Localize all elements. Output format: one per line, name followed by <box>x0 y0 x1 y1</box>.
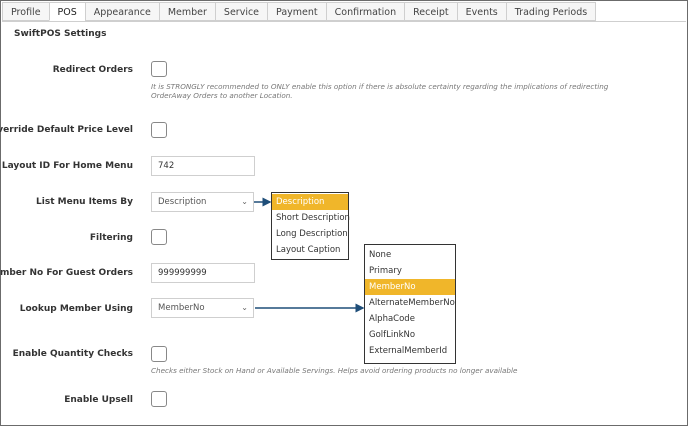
tab-events[interactable]: Events <box>456 2 506 21</box>
dropdown-option[interactable]: Primary <box>365 263 455 279</box>
dropdown-option[interactable]: None <box>365 247 455 263</box>
dropdown-option[interactable]: AlternateMemberNo <box>365 295 455 311</box>
lookup-member-select[interactable]: MemberNo ⌄ <box>151 298 254 318</box>
tab-confirmation[interactable]: Confirmation <box>325 2 405 21</box>
redirect-orders-checkbox[interactable] <box>151 61 167 77</box>
redirect-orders-hint-1: It is STRONGLY recommended to ONLY enabl… <box>151 82 609 91</box>
lookup-member-value: MemberNo <box>158 303 205 313</box>
enable-upsell-label: Enable Upsell <box>64 395 133 405</box>
chevron-down-icon: ⌄ <box>241 303 248 312</box>
tab-service[interactable]: Service <box>214 2 268 21</box>
enable-qty-checks-hint: Checks either Stock on Hand or Available… <box>151 366 518 375</box>
dropdown-option[interactable]: Short Description <box>272 210 350 226</box>
redirect-orders-hint-2: OrderAway Orders to another Location. <box>151 91 293 100</box>
tab-pos[interactable]: POS <box>48 2 85 21</box>
dropdown-option[interactable]: Description <box>272 194 348 210</box>
dropdown-option[interactable]: Long Description <box>272 226 348 242</box>
tab-bar: Profile POS Appearance Member Service Pa… <box>2 2 597 22</box>
dropdown-option[interactable]: GolfLinkNo <box>365 327 455 343</box>
list-menu-items-dropdown: Description Short Description Long Descr… <box>271 192 350 260</box>
layout-id-label: Layout ID For Home Menu <box>1 161 133 171</box>
dropdown-option[interactable]: Layout Caption <box>272 242 348 258</box>
tab-receipt[interactable]: Receipt <box>404 2 457 21</box>
redirect-orders-label: Redirect Orders <box>52 65 133 75</box>
lookup-member-dropdown: None Primary MemberNo AlternateMemberNo … <box>364 244 456 364</box>
tab-payment[interactable]: Payment <box>267 2 326 21</box>
member-no-guest-input[interactable]: 999999999 <box>151 263 255 283</box>
layout-id-input[interactable]: 742 <box>151 156 255 176</box>
enable-upsell-checkbox[interactable] <box>151 391 167 407</box>
section-title: SwiftPOS Settings <box>14 29 107 39</box>
dropdown-option[interactable]: ExternalMemberId <box>365 343 455 359</box>
filtering-label: Filtering <box>89 233 133 243</box>
tab-divider <box>2 21 686 22</box>
dropdown-option[interactable]: MemberNo <box>365 279 455 295</box>
lookup-member-label: Lookup Member Using <box>19 304 133 314</box>
chevron-down-icon: ⌄ <box>241 197 248 206</box>
enable-qty-checks-label: Enable Quantity Checks <box>12 349 133 359</box>
member-no-guest-label: Member No For Guest Orders <box>0 268 133 278</box>
tab-member[interactable]: Member <box>158 2 215 21</box>
override-price-checkbox[interactable] <box>151 122 167 138</box>
override-price-label: Override Default Price Level <box>0 125 133 135</box>
tab-trading-periods[interactable]: Trading Periods <box>505 2 597 21</box>
enable-qty-checks-checkbox[interactable] <box>151 346 167 362</box>
filtering-checkbox[interactable] <box>151 229 167 245</box>
tab-profile[interactable]: Profile <box>2 2 49 21</box>
list-menu-items-label: List Menu Items By <box>36 197 133 207</box>
list-menu-items-select[interactable]: Description ⌄ <box>151 192 254 212</box>
tab-appearance[interactable]: Appearance <box>84 2 159 21</box>
dropdown-option[interactable]: AlphaCode <box>365 311 455 327</box>
list-menu-items-value: Description <box>158 197 207 207</box>
